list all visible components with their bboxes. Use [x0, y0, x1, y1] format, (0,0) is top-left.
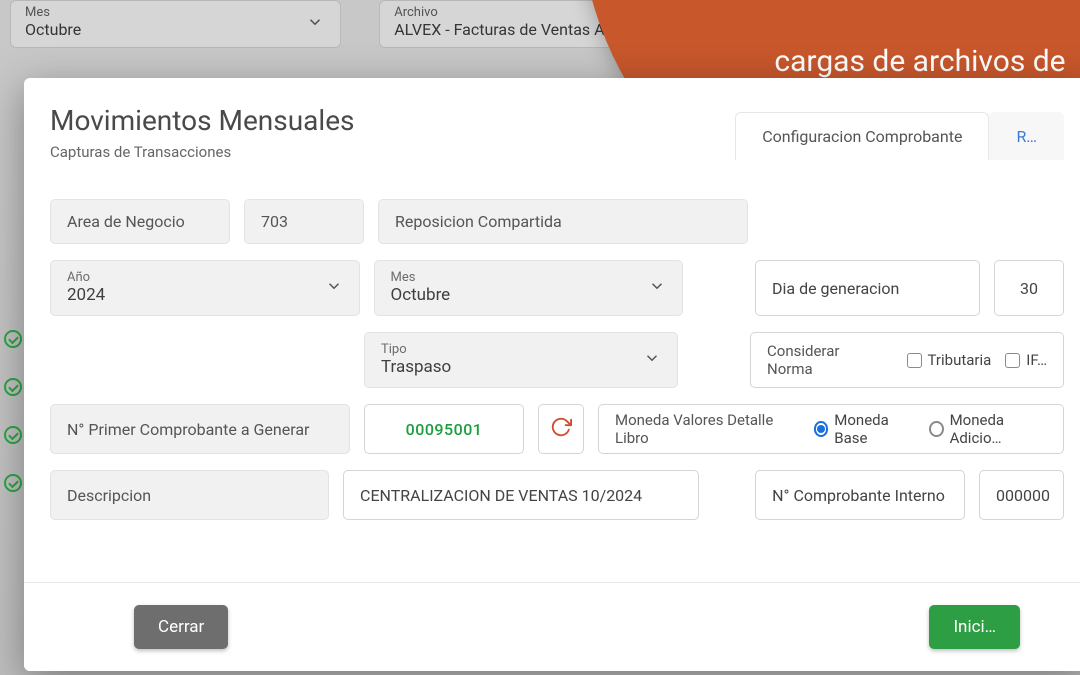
moneda-label: Moneda Valores Detalle Libro [615, 411, 790, 447]
primer-comprobante-text: 00095001 [406, 420, 483, 439]
select-tipo-label: Tipo [381, 342, 661, 357]
check-circle-icon [4, 378, 22, 396]
chevron-down-icon [648, 277, 666, 299]
radio-unchecked-icon [929, 421, 944, 437]
checkbox-icon [907, 353, 922, 368]
check-ifrs[interactable]: IF… [1005, 351, 1047, 369]
modal-subtitle: Capturas de Transacciones [50, 143, 355, 161]
tab-secondary[interactable]: R… [989, 112, 1064, 160]
descripcion-label: Descripcion [50, 470, 329, 520]
radio-moneda-base[interactable]: Moneda Base [814, 411, 915, 447]
select-year-label: Año [67, 270, 343, 285]
area-negocio-label: Area de Negocio [50, 199, 230, 244]
modal-form: Area de Negocio 703 Reposicion Compartid… [50, 171, 1064, 520]
select-tipo[interactable]: Tipo Traspaso [364, 332, 678, 388]
refresh-icon [550, 416, 572, 442]
modal-header: Movimientos Mensuales Capturas de Transa… [50, 104, 1064, 171]
check-ifrs-label: IF… [1026, 351, 1047, 369]
select-month[interactable]: Mes Octubre [374, 260, 684, 316]
dia-generacion-label: Dia de generacion [755, 260, 980, 316]
modal-tabs: Configuracion Comprobante R… [735, 112, 1064, 160]
radio-moneda-base-label: Moneda Base [834, 411, 915, 447]
considerar-norma-group: Considerar Norma Tributaria IF… [750, 332, 1064, 388]
primer-comprobante-label: N° Primer Comprobante a Generar [50, 404, 350, 454]
checkbox-icon [1005, 353, 1020, 368]
check-circle-icon [4, 474, 22, 492]
radio-checked-icon [814, 421, 829, 437]
primer-comprobante-value[interactable]: 00095001 [364, 404, 524, 454]
bg-mes-value: Octubre [25, 20, 326, 39]
start-button[interactable]: Inici… [929, 605, 1020, 649]
modal-footer: Cerrar Inici… [24, 582, 1080, 671]
select-year[interactable]: Año 2024 [50, 260, 360, 316]
comprobante-interno-value[interactable]: 000000 [979, 470, 1064, 520]
close-button[interactable]: Cerrar [134, 605, 228, 649]
tab-configuracion[interactable]: Configuracion Comprobante [735, 112, 989, 160]
comprobante-interno-label: N° Comprobante Interno [755, 470, 965, 520]
chevron-down-icon [306, 13, 324, 35]
area-negocio-desc: Reposicion Compartida [378, 199, 748, 244]
dia-generacion-value[interactable]: 30 [994, 260, 1064, 316]
moneda-group: Moneda Valores Detalle Libro Moneda Base… [598, 404, 1064, 454]
chevron-down-icon [325, 277, 343, 299]
radio-moneda-adicional-label: Moneda Adicio… [950, 411, 1047, 447]
bg-select-mes[interactable]: Mes Octubre [10, 0, 341, 48]
select-month-label: Mes [391, 270, 667, 285]
descripcion-value[interactable]: CENTRALIZACION DE VENTAS 10/2024 [343, 470, 699, 520]
radio-moneda-adicional[interactable]: Moneda Adicio… [929, 411, 1047, 447]
chevron-down-icon [643, 349, 661, 371]
select-month-value: Octubre [391, 285, 667, 305]
check-tributaria[interactable]: Tributaria [907, 351, 992, 369]
select-tipo-value: Traspaso [381, 357, 661, 377]
considerar-norma-label: Considerar Norma [767, 342, 883, 378]
bg-mes-label: Mes [25, 5, 326, 20]
refresh-button[interactable] [538, 404, 584, 454]
check-circle-icon [4, 330, 22, 348]
modal-movimientos: Movimientos Mensuales Capturas de Transa… [24, 78, 1080, 671]
modal-title: Movimientos Mensuales [50, 104, 355, 137]
area-negocio-code: 703 [244, 199, 364, 244]
check-tributaria-label: Tributaria [928, 351, 992, 369]
select-year-value: 2024 [67, 285, 343, 305]
check-circle-icon [4, 426, 22, 444]
